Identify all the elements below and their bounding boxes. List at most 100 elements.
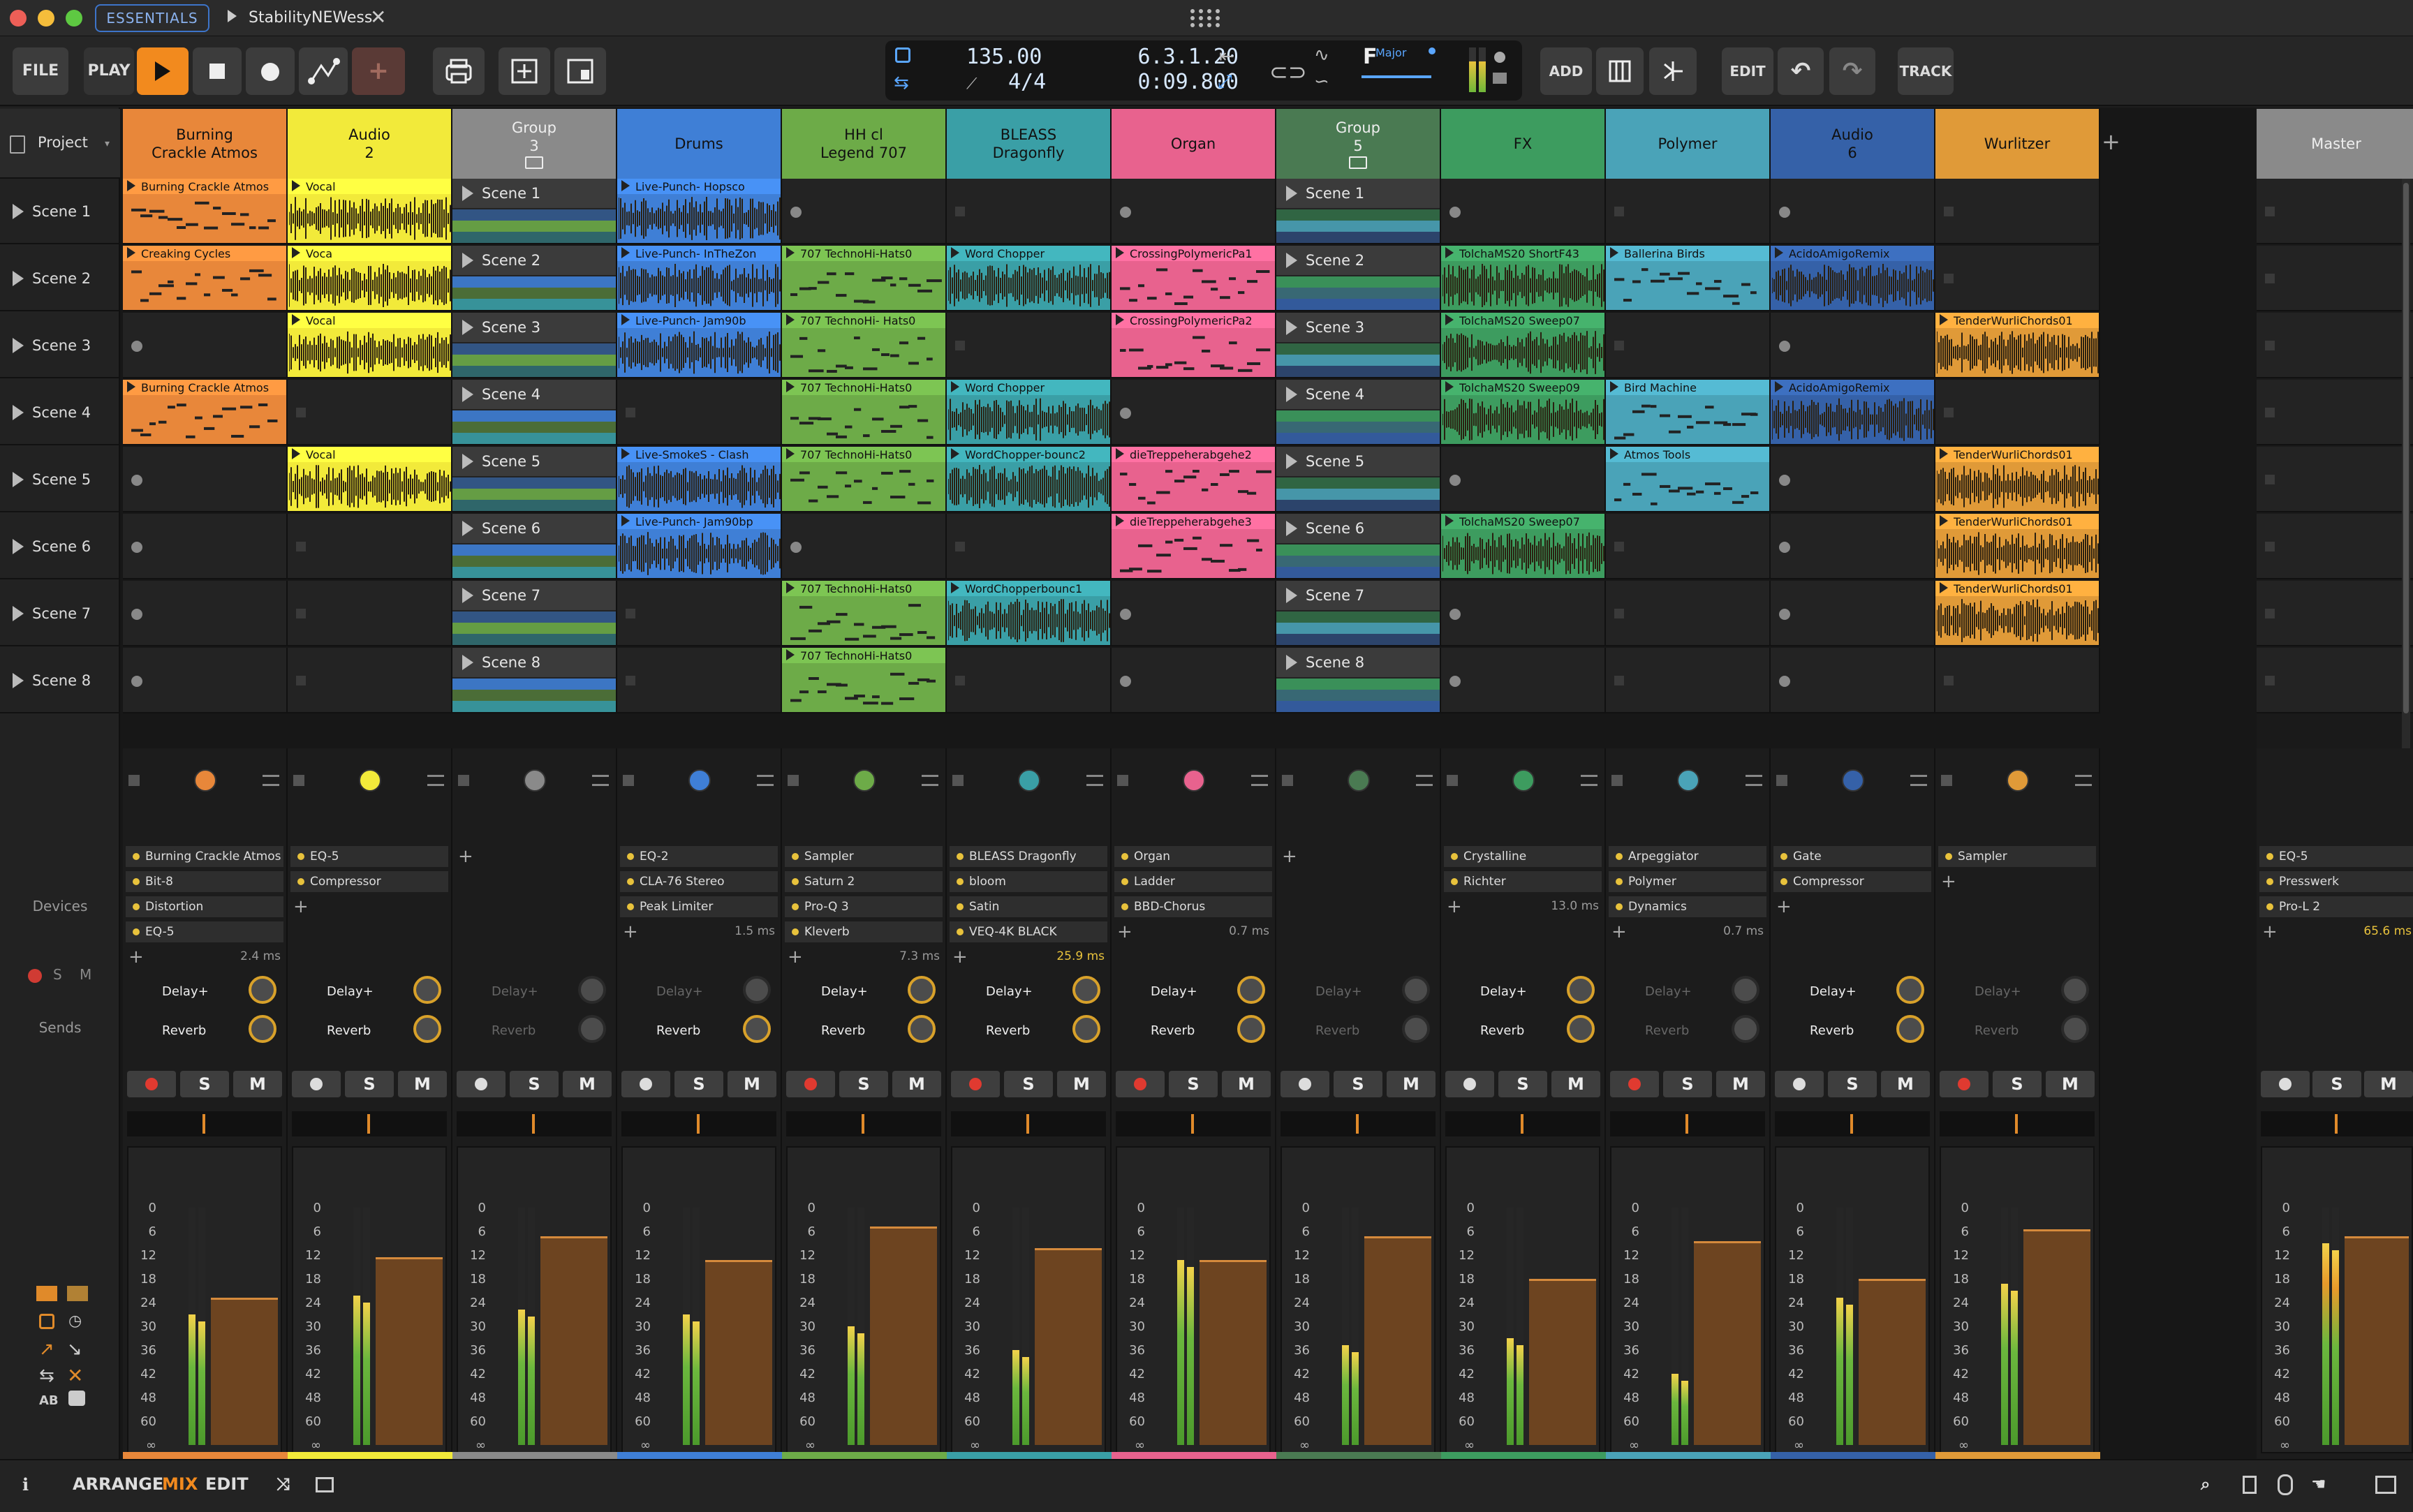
add-device-button[interactable]: + [1941, 871, 1956, 892]
fader-area[interactable]: 0 6 12 18 24 30 36 42 48 60 ∞ [1940, 1146, 2095, 1453]
play-triangle-icon[interactable] [786, 649, 795, 660]
device-power-icon[interactable] [1121, 903, 1128, 910]
record-arm-button[interactable] [1610, 1071, 1659, 1097]
arrange-tab[interactable]: ARRANGE [73, 1474, 163, 1494]
scene-launch-5[interactable]: Scene 5 [0, 447, 120, 512]
track-header[interactable]: Group 5 [1276, 109, 1441, 179]
clip-slot[interactable] [1606, 648, 1771, 713]
device-slot[interactable]: Pro-L 2 [2259, 896, 2413, 917]
track-header[interactable]: Burning Crackle Atmos [123, 109, 288, 179]
clip[interactable]: TenderWurliChords01 [1935, 581, 2099, 645]
pan-slider[interactable] [951, 1111, 1106, 1136]
clip[interactable]: TolchaMS20 Sweep07 [1441, 313, 1604, 377]
send-reverb-knob[interactable] [743, 1015, 771, 1043]
metronome-button[interactable] [1649, 47, 1697, 95]
solo-button[interactable]: S [1334, 1071, 1382, 1097]
clip-slot[interactable]: AcidoAmigoRemix [1771, 380, 1935, 445]
menu-icon[interactable] [757, 775, 774, 786]
device-power-icon[interactable] [627, 853, 634, 860]
record-arm-button[interactable] [621, 1071, 670, 1097]
master-header[interactable]: Master [2257, 109, 2413, 179]
stop-button-icon[interactable] [296, 676, 306, 685]
clip-slot[interactable] [782, 514, 947, 579]
stop-button[interactable] [193, 47, 242, 95]
loop-region-icon[interactable] [895, 47, 910, 63]
arrow-return-icon[interactable]: ↘ [67, 1339, 82, 1360]
device-power-icon[interactable] [1616, 878, 1623, 885]
play-triangle-icon[interactable] [1445, 515, 1454, 526]
track-button[interactable]: TRACK [1898, 47, 1954, 95]
redo-button[interactable]: ↷ [1829, 47, 1875, 95]
volume-fader[interactable] [2023, 1229, 2090, 1445]
mute-button[interactable]: M [1057, 1071, 1106, 1097]
record-arm-button[interactable] [1116, 1071, 1165, 1097]
inspector-icon[interactable] [2278, 1474, 2293, 1495]
device-slot[interactable]: Sampler [785, 846, 943, 867]
clip[interactable]: TenderWurliChords01 [1935, 514, 2099, 578]
device-slot[interactable]: BLEASS Dragonfly [950, 846, 1107, 867]
device-slot[interactable]: Satin [950, 896, 1107, 917]
clip-slot[interactable] [1935, 179, 2100, 244]
track-color-icon[interactable] [2007, 769, 2029, 792]
device-power-icon[interactable] [297, 878, 304, 885]
master-scene-slot[interactable] [2257, 313, 2413, 378]
device-power-icon[interactable] [1780, 878, 1787, 885]
scene-launch-6[interactable]: Scene 6 [0, 514, 120, 579]
clip-slot[interactable] [782, 179, 947, 244]
clip[interactable]: CrossingPolymericPa2 [1112, 313, 1275, 377]
clip-slot[interactable] [1771, 179, 1935, 244]
send-delay-knob[interactable] [743, 976, 771, 1004]
send-delay-knob[interactable] [1732, 976, 1759, 1004]
clip-slot[interactable]: Word Chopper [947, 246, 1112, 311]
track-header[interactable]: Audio 2 [288, 109, 452, 179]
device-slot[interactable]: VEQ-4K BLACK [950, 921, 1107, 942]
close-tab-icon[interactable]: ✕ [370, 6, 386, 29]
stop-button-icon[interactable] [955, 341, 965, 350]
device-power-icon[interactable] [2266, 903, 2273, 910]
play-triangle-icon[interactable] [621, 314, 630, 325]
stop-button-icon[interactable] [2265, 207, 2275, 216]
volume-fader[interactable] [1364, 1236, 1431, 1445]
clip-slot[interactable] [1441, 447, 1606, 512]
stop-button-icon[interactable] [1944, 676, 1954, 685]
send-reverb-knob[interactable] [1237, 1015, 1265, 1043]
track-color-icon[interactable] [194, 769, 216, 792]
stop-button-icon[interactable] [1614, 207, 1624, 216]
chevron-down-icon[interactable]: ▾ [105, 138, 110, 149]
clip-slot[interactable]: Live-Punch- Hopsco [617, 179, 782, 244]
record-arm-button[interactable] [292, 1071, 341, 1097]
play-triangle-icon[interactable] [786, 314, 795, 325]
device-slot[interactable]: Compressor [1773, 871, 1931, 892]
piano-button[interactable] [1596, 47, 1644, 95]
stop-button-icon[interactable] [1614, 341, 1624, 350]
add-device-button[interactable]: + [1282, 846, 1297, 867]
stop-button-icon[interactable] [296, 408, 306, 417]
clip[interactable]: Word Chopper [947, 246, 1110, 310]
stop-button-icon[interactable] [626, 676, 635, 685]
record-arm-button[interactable] [127, 1071, 176, 1097]
play-triangle-icon[interactable] [127, 381, 135, 392]
device-slot[interactable]: Kleverb [785, 921, 943, 942]
device-power-icon[interactable] [792, 853, 799, 860]
play-triangle-icon[interactable] [951, 448, 959, 459]
clip-slot[interactable]: Scene 5 [452, 447, 617, 512]
device-slot[interactable]: Presswerk [2259, 871, 2413, 892]
clip-slot[interactable]: TenderWurliChords01 [1935, 313, 2100, 378]
keyboard-icon[interactable] [2375, 1476, 2396, 1494]
clip[interactable]: Voca [288, 246, 451, 310]
clip-slot[interactable] [1606, 581, 1771, 646]
record-slot-icon[interactable] [1449, 609, 1461, 620]
clip-slot[interactable]: dieTreppeherabgehe2 [1112, 447, 1276, 512]
info-icon[interactable]: i [22, 1474, 29, 1495]
clip-slot[interactable]: Vocal [288, 179, 452, 244]
record-arm-button[interactable] [786, 1071, 835, 1097]
device-slot[interactable]: Compressor [290, 871, 448, 892]
record-slot-icon[interactable] [1779, 542, 1790, 553]
print-button[interactable] [433, 47, 485, 95]
pan-slider[interactable] [2261, 1111, 2413, 1136]
record-arm-all-icon[interactable] [28, 969, 42, 983]
clip-slot[interactable]: CrossingPolymericPa1 [1112, 246, 1276, 311]
clip-slot[interactable]: WordChopper-bounc2 [947, 447, 1112, 512]
clip-slot[interactable] [1112, 648, 1276, 713]
add-device-button[interactable]: + [1447, 896, 1462, 917]
